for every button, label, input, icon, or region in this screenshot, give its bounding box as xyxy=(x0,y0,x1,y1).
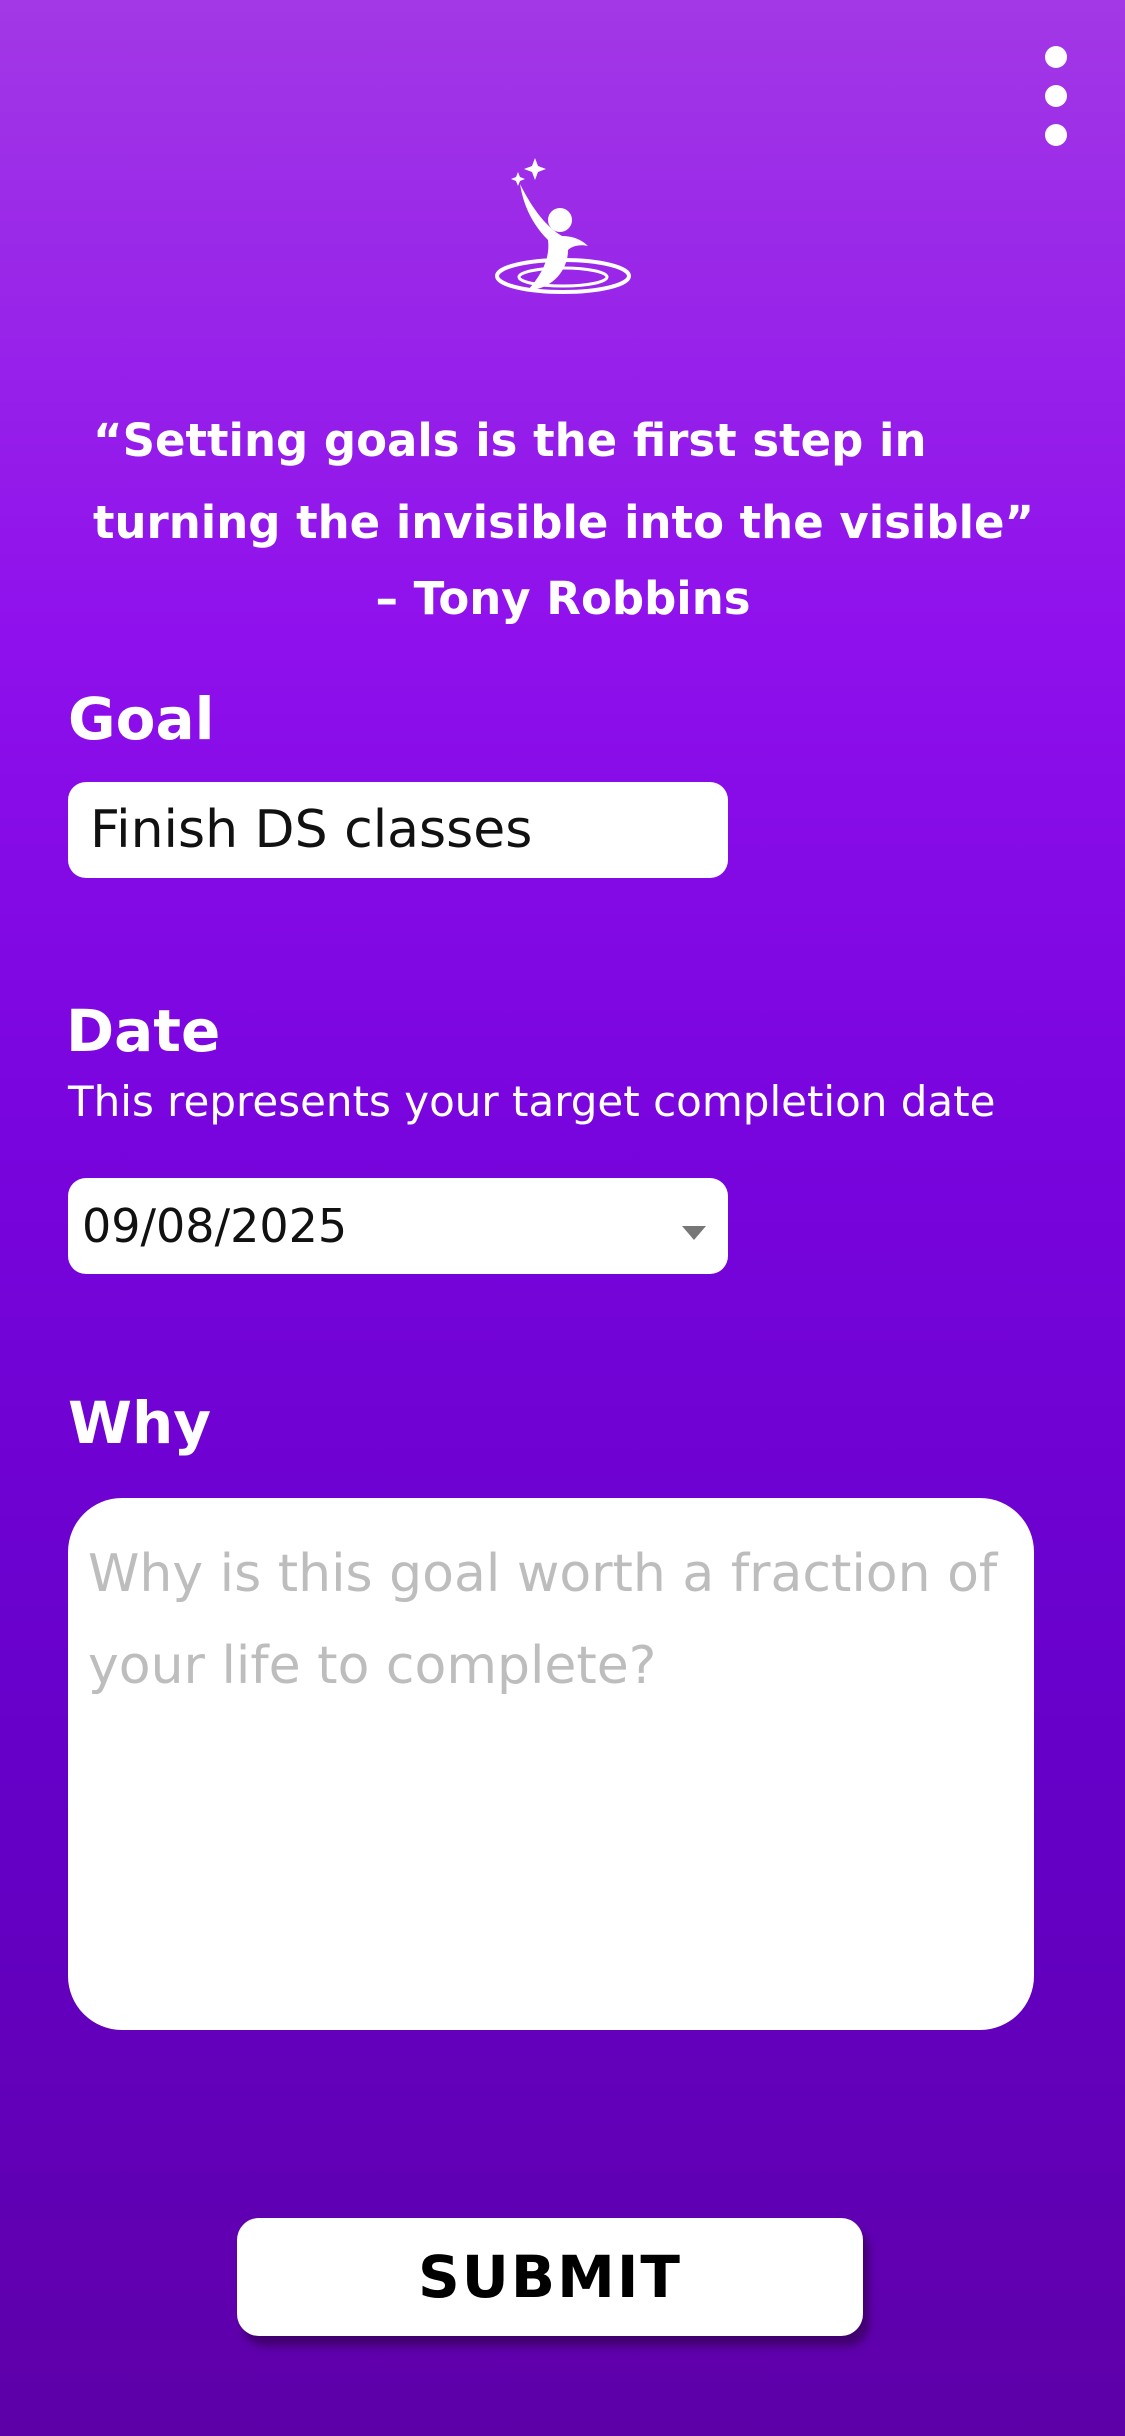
more-options-button[interactable] xyxy=(1036,46,1076,146)
submit-button-label: SUBMIT xyxy=(418,2243,682,2311)
date-dropdown-value: 09/08/2025 xyxy=(82,1199,348,1253)
goal-input[interactable]: Finish DS classes xyxy=(68,782,728,878)
logo-icon xyxy=(495,158,631,294)
menu-dot xyxy=(1045,124,1067,146)
date-dropdown[interactable]: 09/08/2025 xyxy=(68,1178,728,1274)
why-placeholder: Why is this goal worth a fraction of you… xyxy=(88,1544,998,1696)
date-hint: This represents your target completion d… xyxy=(68,1077,996,1126)
menu-dot xyxy=(1045,46,1067,68)
goal-label: Goal xyxy=(68,685,215,753)
submit-button[interactable]: SUBMIT xyxy=(237,2218,863,2336)
quote-author: – Tony Robbins xyxy=(375,572,751,625)
why-textarea[interactable]: Why is this goal worth a fraction of you… xyxy=(68,1498,1034,2030)
dropdown-arrow-icon xyxy=(682,1226,706,1240)
goal-input-value: Finish DS classes xyxy=(90,800,533,860)
menu-dot xyxy=(1045,85,1067,107)
quote-text: “Setting goals is the first step in turn… xyxy=(93,414,1035,549)
why-label: Why xyxy=(68,1389,212,1457)
date-label: Date xyxy=(66,997,221,1065)
